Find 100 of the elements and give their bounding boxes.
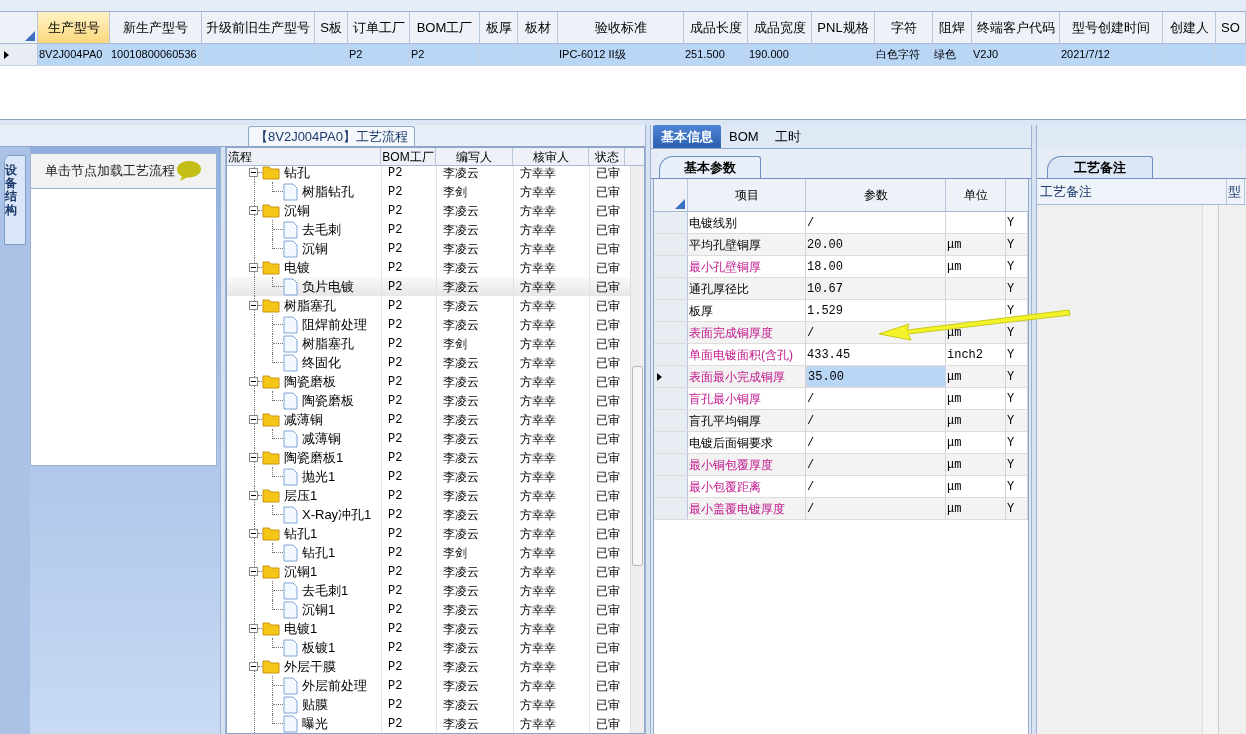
scroll-thumb[interactable]	[632, 366, 643, 566]
collapse-icon[interactable]	[249, 491, 258, 500]
vertical-tab[interactable]: 设备结构	[4, 155, 26, 245]
table-row[interactable]: 最小盖覆电镀厚度 / μm Y	[654, 498, 1028, 520]
column-header[interactable]: 验收标准	[558, 12, 684, 43]
table-row[interactable]: 电镀后面铜要求 / μm Y	[654, 432, 1028, 454]
column-header[interactable]: 订单工厂	[348, 12, 410, 43]
column-header[interactable]: 型	[1227, 179, 1245, 204]
tree-row[interactable]: 阻焊前处理 P2 李凌云 方幸幸 已审	[227, 315, 630, 334]
table-row[interactable]: 板厚 1.529 Y	[654, 300, 1028, 322]
tree-node-label: 沉铜1	[284, 562, 318, 581]
table-row[interactable]: 单面电镀面积(含孔) 433.45 inch2 Y	[654, 344, 1028, 366]
tree-row[interactable]: 树脂塞孔 P2 李凌云 方幸幸 已审	[227, 296, 630, 315]
tab[interactable]: 工时	[766, 125, 809, 148]
column-header[interactable]: S板	[315, 12, 348, 43]
tab[interactable]: BOM	[721, 125, 767, 148]
tree-row[interactable]: 钻孔1 P2 李凌云 方幸幸 已审	[227, 524, 630, 543]
tree-row[interactable]: 去毛刺1 P2 李凌云 方幸幸 已审	[227, 581, 630, 600]
column-header[interactable]: 编写人	[436, 148, 513, 165]
tree-row[interactable]: 钻孔1 P2 李剑 方幸幸 已审	[227, 543, 630, 562]
table-cell-text: 李凌云	[443, 297, 479, 315]
tree-node-label: 沉铜	[302, 239, 328, 258]
column-header[interactable]: 状态	[589, 148, 625, 165]
collapse-icon[interactable]	[249, 377, 258, 386]
table-cell-text: 李凌云	[443, 696, 479, 714]
tree-row[interactable]: 沉铜 P2 李凌云 方幸幸 已审	[227, 201, 630, 220]
tree-row[interactable]: 抛光1 P2 李凌云 方幸幸 已审	[227, 467, 630, 486]
tree-row[interactable]: 外层干膜 P2 李凌云 方幸幸 已审	[227, 657, 630, 676]
tree-row[interactable]: 沉铜 P2 李凌云 方幸幸 已审	[227, 239, 630, 258]
column-header[interactable]: 工艺备注	[1037, 179, 1227, 204]
document-icon	[283, 505, 298, 524]
tree-row[interactable]: 去毛刺 P2 李凌云 方幸幸 已审	[227, 220, 630, 239]
column-header[interactable]: PNL规格	[812, 12, 875, 43]
column-header[interactable]: 板厚	[480, 12, 518, 43]
column-header[interactable]: 项目	[688, 179, 806, 211]
tab[interactable]: 基本信息	[653, 125, 721, 148]
collapse-icon[interactable]	[249, 567, 258, 576]
table-cell: Y	[1006, 432, 1028, 453]
tree-row[interactable]: 陶瓷磨板 P2 李凌云 方幸幸 已审	[227, 372, 630, 391]
collapse-icon[interactable]	[249, 529, 258, 538]
column-header[interactable]: 单位	[946, 179, 1006, 211]
tree-row[interactable]: X-Ray冲孔1 P2 李凌云 方幸幸 已审	[227, 505, 630, 524]
column-header[interactable]: 终端客户代码	[972, 12, 1060, 43]
column-header[interactable]: SO	[1216, 12, 1246, 43]
column-header[interactable]: 成品宽度	[748, 12, 812, 43]
tree-row[interactable]: 沉铜1 P2 李凌云 方幸幸 已审	[227, 600, 630, 619]
tree-row[interactable]: 减薄铜 P2 李凌云 方幸幸 已审	[227, 410, 630, 429]
column-header[interactable]: 生产型号	[38, 12, 110, 43]
tree-row[interactable]: 贴膜 P2 李凌云 方幸幸 已审	[227, 695, 630, 714]
collapse-icon[interactable]	[249, 453, 258, 462]
table-row[interactable]: 最小包覆距离 / μm Y	[654, 476, 1028, 498]
collapse-icon[interactable]	[249, 415, 258, 424]
tree-row[interactable]: 陶瓷磨板 P2 李凌云 方幸幸 已审	[227, 391, 630, 410]
table-row[interactable]: 平均孔壁铜厚 20.00 μm Y	[654, 234, 1028, 256]
table-row[interactable]: 通孔厚径比 10.67 Y	[654, 278, 1028, 300]
table-row[interactable]: 8V2J004PA0 10010800060536 P2 P2 IPC-6012 II级 251.500 190.000 白色字符 绿色 V2J0 2021/7/12	[0, 44, 1246, 66]
column-header[interactable]: BOM工厂	[381, 148, 436, 165]
tree-row[interactable]: 树脂塞孔 P2 李剑 方幸幸 已审	[227, 334, 630, 353]
sub-tab[interactable]: 基本参数	[659, 156, 761, 178]
column-header[interactable]: 阻焊	[933, 12, 972, 43]
column-header[interactable]: 参数	[806, 179, 946, 211]
column-header[interactable]: 型号创建时间	[1060, 12, 1163, 43]
collapse-icon[interactable]	[249, 624, 258, 633]
column-header[interactable]: BOM工厂	[410, 12, 480, 43]
column-header[interactable]: 成品长度	[684, 12, 748, 43]
tree-row[interactable]: 终固化 P2 李凌云 方幸幸 已审	[227, 353, 630, 372]
tree-row[interactable]: 树脂钻孔 P2 李剑 方幸幸 已审	[227, 182, 630, 201]
table-row[interactable]: 表面最小完成铜厚 35.00 μm Y	[654, 366, 1028, 388]
column-header[interactable]: 新生产型号	[110, 12, 202, 43]
scrollbar[interactable]	[630, 166, 644, 733]
column-header[interactable]: 流程	[227, 148, 381, 165]
column-header[interactable]: 创建人	[1163, 12, 1216, 43]
column-header[interactable]: 字符	[875, 12, 933, 43]
column-header[interactable]: 升级前旧生产型号	[202, 12, 315, 43]
tree-row[interactable]: 陶瓷磨板1 P2 李凌云 方幸幸 已审	[227, 448, 630, 467]
table-row[interactable]: 电镀线别 / Y	[654, 212, 1028, 234]
table-row[interactable]: 最小孔壁铜厚 18.00 μm Y	[654, 256, 1028, 278]
collapse-icon[interactable]	[249, 168, 258, 177]
collapse-icon[interactable]	[249, 301, 258, 310]
notes-tab[interactable]: 工艺备注	[1047, 156, 1153, 178]
tree-row[interactable]: 曝光 P2 李凌云 方幸幸 已审	[227, 714, 630, 733]
column-header[interactable]: 核审人	[513, 148, 589, 165]
collapse-icon[interactable]	[249, 206, 258, 215]
tree-row[interactable]: 沉铜1 P2 李凌云 方幸幸 已审	[227, 562, 630, 581]
scrollbar[interactable]	[1202, 205, 1218, 734]
tree-row[interactable]: 钻孔 P2 李凌云 方幸幸 已审	[227, 166, 630, 182]
tree-row[interactable]: 层压1 P2 李凌云 方幸幸 已审	[227, 486, 630, 505]
column-header[interactable]: 板材	[518, 12, 558, 43]
tree-row[interactable]: 板镀1 P2 李凌云 方幸幸 已审	[227, 638, 630, 657]
table-cell-text: 方幸幸	[520, 525, 556, 543]
table-row[interactable]: 盲孔平均铜厚 / μm Y	[654, 410, 1028, 432]
tree-row[interactable]: 负片电镀 P2 李凌云 方幸幸 已审	[227, 277, 630, 296]
table-row[interactable]: 盲孔最小铜厚 / μm Y	[654, 388, 1028, 410]
tree-row[interactable]: 电镀1 P2 李凌云 方幸幸 已审	[227, 619, 630, 638]
collapse-icon[interactable]	[249, 263, 258, 272]
tree-row[interactable]: 减薄铜 P2 李凌云 方幸幸 已审	[227, 429, 630, 448]
table-row[interactable]: 最小铜包覆厚度 / μm Y	[654, 454, 1028, 476]
collapse-icon[interactable]	[249, 662, 258, 671]
table-row[interactable]: 表面完成铜厚度 / μm Y	[654, 322, 1028, 344]
tree-row[interactable]: 外层前处理 P2 李凌云 方幸幸 已审	[227, 676, 630, 695]
